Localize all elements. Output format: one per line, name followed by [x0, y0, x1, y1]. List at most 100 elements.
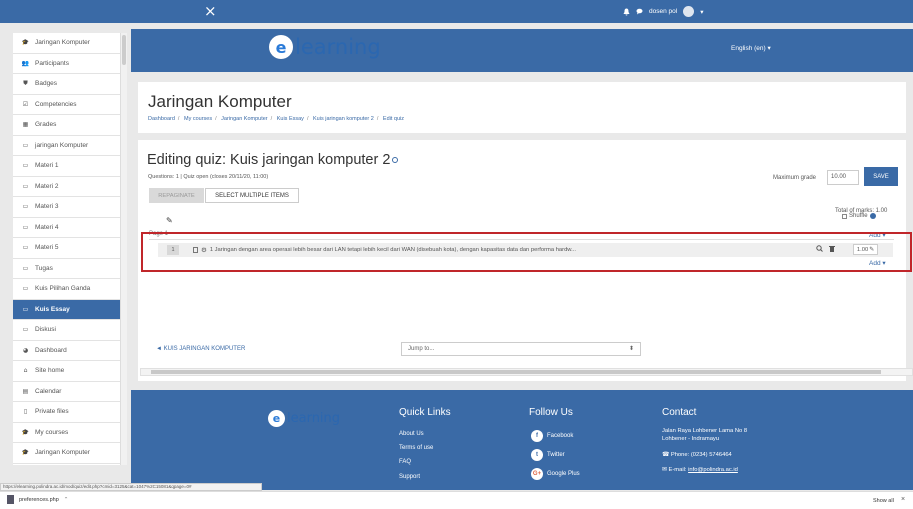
sidebar-item-label: Materi 1 [35, 162, 59, 170]
graduation-cap-icon: 🎓 [21, 428, 30, 436]
google-plus-link[interactable]: G+ Google Plus [531, 468, 580, 480]
sidebar-item-label: Dashboard [35, 346, 67, 354]
breadcrumb-my-courses[interactable]: My courses [184, 116, 212, 122]
sidebar-item[interactable]: ◕ Dashboard [13, 341, 120, 361]
sidebar-item-label: jaringan Komputer [35, 141, 89, 149]
facebook-label: Facebook [547, 433, 574, 439]
sidebar-item[interactable]: ▭ Materi 4 [13, 218, 120, 238]
sidebar-item[interactable]: ▭ Materi 1 [13, 156, 120, 177]
email-line: ✉ E-mail: info@polindra.ac.id [662, 467, 738, 473]
email-label: E-mail: [668, 467, 687, 473]
close-drawer-icon[interactable]: × [204, 2, 217, 20]
twitter-icon: t [531, 449, 543, 461]
sidebar-item[interactable]: ▯ Private files [13, 402, 120, 423]
sidebar-scrollbar[interactable] [121, 33, 127, 465]
bell-icon[interactable] [623, 8, 630, 16]
sidebar-item-label: My courses [35, 428, 69, 436]
avatar[interactable] [683, 6, 695, 17]
sidebar-item-label: Diskusi [35, 326, 56, 334]
scrollbar-thumb[interactable] [151, 370, 881, 374]
logo-text: learning [295, 35, 381, 59]
shuffle-checkbox[interactable] [842, 213, 847, 219]
dashboard-icon: ◕ [22, 346, 29, 354]
breadcrumb-quiz[interactable]: Kuis jaringan komputer 2 [313, 116, 374, 122]
logo-mark: e [268, 410, 285, 427]
sidebar-item-label: Tugas [35, 264, 53, 272]
graduation-cap-icon: 🎓 [21, 39, 30, 47]
max-grade-input[interactable]: 10.00 [827, 170, 859, 185]
previous-activity-link[interactable]: ◄ KUIS JARINGAN KOMPUTER [156, 346, 245, 352]
help-icon[interactable] [869, 213, 876, 219]
show-all-button[interactable]: Show all [873, 498, 894, 504]
user-name[interactable]: dosen pol [649, 8, 677, 15]
pencil-icon[interactable]: ✎ [166, 216, 173, 225]
facebook-icon: f [531, 430, 543, 442]
sidebar-item[interactable]: ☑ Competencies [13, 95, 120, 115]
scrollbar-thumb[interactable] [122, 35, 126, 65]
phone-text: Phone: (0234) 5746464 [670, 452, 732, 458]
facebook-link[interactable]: f Facebook [531, 430, 573, 442]
sidebar-item[interactable]: ⛊ Badges [13, 74, 120, 95]
sidebar-item-label: Materi 5 [35, 244, 59, 252]
jump-to-select[interactable]: Jump to... ⬍ [401, 342, 641, 356]
sidebar-item[interactable]: ▦ Grades [13, 115, 120, 136]
save-button[interactable]: SAVE [864, 167, 898, 186]
sidebar-item[interactable]: ▭ Materi 5 [13, 238, 120, 259]
sidebar-item-label: Participants [35, 59, 69, 67]
sidebar-item[interactable]: ⌂ Site home [13, 361, 120, 382]
chevron-down-icon[interactable]: ▾ [700, 8, 703, 16]
shuffle-toggle[interactable]: Shuffle [842, 213, 876, 219]
sidebar-item[interactable]: 🎓 Jaringan Komputer [13, 33, 120, 54]
breadcrumb-course[interactable]: Jaringan Komputer [221, 116, 267, 122]
footer-logo[interactable]: e learning [268, 410, 340, 427]
sidebar-item[interactable]: ▭ Materi 3 [13, 197, 120, 218]
top-navbar: × dosen pol ▾ [0, 0, 913, 23]
folder-icon: ▭ [22, 305, 29, 313]
chevron-up-icon[interactable]: ⌃ [64, 497, 69, 503]
sidebar-item[interactable]: ▭ Diskusi [13, 320, 120, 341]
sidebar-item-label: Jaringan Komputer [35, 449, 90, 457]
footer-link-terms[interactable]: Terms of use [399, 445, 433, 451]
sidebar-item[interactable]: 🎓 My courses [13, 423, 120, 443]
users-icon: 👥 [21, 59, 30, 67]
sidebar-item[interactable]: ▭ jaringan Komputer [13, 136, 120, 156]
footer-link-about[interactable]: About Us [399, 431, 424, 437]
language-menu[interactable]: English (en) ▾ [731, 44, 771, 52]
sidebar-item[interactable]: 🎓 Jaringan Komputer [13, 443, 120, 464]
quick-links-title: Quick Links [399, 407, 451, 418]
breadcrumb-edit-quiz[interactable]: Edit quiz [383, 116, 404, 122]
address-line-2: Lohbener - Indramayu [662, 436, 720, 442]
sidebar-item[interactable]: ▭ Kuis Pilihan Ganda [13, 279, 120, 300]
file-icon: ▯ [23, 408, 28, 416]
google-plus-icon: G+ [531, 468, 543, 480]
email-link[interactable]: info@polindra.ac.id [688, 467, 738, 473]
sidebar-item[interactable]: ▭ Materi 2 [13, 177, 120, 197]
horizontal-scrollbar[interactable] [140, 368, 913, 376]
sidebar-item[interactable]: 👥 Participants [13, 54, 120, 74]
breadcrumb-dashboard[interactable]: Dashboard [148, 116, 175, 122]
sidebar-item[interactable]: ▭ Tugas [13, 259, 120, 279]
download-item[interactable]: preferences.php ⌃ [7, 495, 68, 504]
graduation-cap-icon: 🎓 [21, 449, 30, 457]
sidebar-item-label: Badges [35, 80, 58, 88]
footer-link-support[interactable]: Support [399, 474, 420, 480]
footer-link-faq[interactable]: FAQ [399, 459, 411, 465]
quiz-title-text: Editing quiz: Kuis jaringan komputer 2 [147, 152, 391, 168]
sidebar-item-label: Kuis Pilihan Ganda [35, 285, 91, 293]
breadcrumb-section[interactable]: Kuis Essay [277, 116, 304, 122]
sidebar-item-label: Materi 3 [35, 203, 59, 211]
sidebar-item-label: Competencies [35, 100, 77, 108]
sidebar-item-label: Jaringan Komputer [35, 39, 90, 47]
sidebar-item-label: Calendar [35, 387, 62, 395]
chat-icon[interactable] [636, 8, 643, 15]
sidebar-item[interactable]: ▤ Calendar [13, 382, 120, 402]
google-plus-label: Google Plus [547, 471, 580, 477]
elearning-logo[interactable]: e learning [269, 35, 381, 59]
close-icon[interactable]: × [901, 496, 905, 503]
folder-icon: ▭ [22, 162, 29, 170]
sidebar-item[interactable]: ▭ Kuis Essay [13, 299, 120, 320]
sidebar-item-label: Materi 2 [35, 182, 59, 190]
help-icon[interactable] [392, 157, 399, 164]
twitter-link[interactable]: t Twitter [531, 449, 565, 461]
select-multiple-button[interactable]: SELECT MULTIPLE ITEMS [205, 188, 299, 203]
